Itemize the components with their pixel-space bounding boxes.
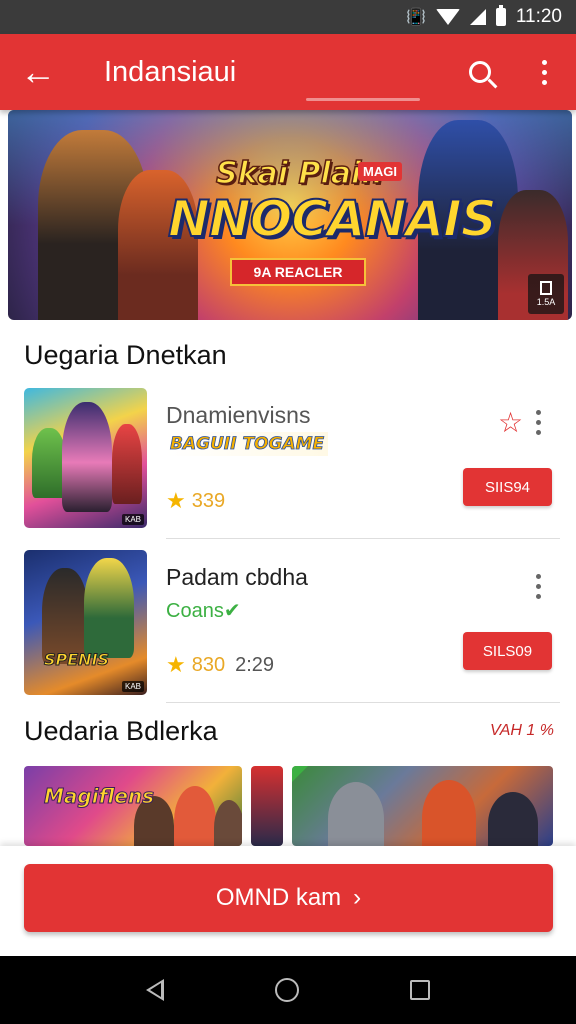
thumbnail-character (32, 428, 66, 498)
tab-indicator (306, 98, 420, 101)
carousel-card[interactable] (251, 766, 283, 846)
signal-icon (469, 9, 486, 25)
thumbnail-badge: KAB (121, 514, 144, 525)
nav-recent-icon[interactable] (410, 980, 431, 1000)
section-title: Uegaria Dnetkan (24, 340, 227, 370)
card-character (488, 792, 538, 846)
game-carousel[interactable]: Magiflens (0, 766, 576, 846)
nav-back-icon[interactable] (145, 979, 164, 1001)
divider (166, 702, 560, 703)
more-vert-icon (536, 574, 541, 599)
item-menu-button[interactable] (536, 574, 541, 599)
view-all-link[interactable]: VAH 1 % (490, 722, 554, 740)
vibrate-icon: 📳 (405, 9, 426, 26)
primary-action-button[interactable]: OMND kam › (24, 864, 553, 932)
banner-title-main: NNOCANAIS (167, 189, 498, 249)
battery-icon (495, 5, 506, 26)
primary-action-label: OMND kam (215, 884, 342, 911)
item-rating: ★ 830 2:29 (166, 652, 274, 678)
thumbnail-logo: SPENIS (43, 650, 110, 670)
banner-badge-text: 1.5A (536, 297, 556, 307)
banner-ribbon: 9A REACLER (230, 258, 366, 286)
divider (166, 538, 560, 539)
item-title: Dnamienvisns (166, 402, 311, 428)
price-button[interactable]: SIIS94 (463, 468, 552, 506)
chevron-right-icon: › (353, 884, 362, 911)
star-icon: ★ (166, 652, 186, 677)
nav-home-icon[interactable] (274, 978, 299, 1002)
more-vert-icon (536, 410, 541, 435)
rating-box-icon (540, 281, 552, 295)
status-time: 11:20 (515, 6, 562, 27)
game-thumbnail: KAB (24, 388, 147, 528)
thumbnail-character (84, 558, 134, 658)
featured-banner[interactable]: Skai Plain MAGI NNOCANAIS 9A REACLER 1.5… (8, 110, 572, 320)
thumbnail-character (112, 424, 142, 504)
list-item[interactable]: SPENIS KAB Padam cbdha Coans✔ ★ 830 2:29… (0, 548, 576, 698)
rating-value: 830 (191, 653, 226, 676)
card-logo: Magiflens (43, 784, 155, 809)
star-icon: ★ (166, 488, 186, 513)
item-duration: 2:29 (235, 653, 275, 676)
wifi-icon (435, 9, 460, 25)
card-character (328, 782, 384, 846)
item-menu-button[interactable] (536, 410, 541, 435)
list-item[interactable]: KAB Dnamienvisns BAGUII TOGAME ★ 339 ☆ S… (0, 388, 576, 538)
page-title: Indansiaui (104, 55, 237, 88)
game-thumbnail: SPENIS KAB (24, 550, 147, 695)
price-button[interactable]: SILS09 (463, 632, 552, 670)
card-character (214, 800, 242, 846)
more-vert-icon (541, 59, 547, 85)
search-icon (469, 61, 491, 83)
card-corner-tag (292, 766, 308, 782)
item-subtitle: Coans✔ (166, 600, 241, 622)
item-rating: ★ 339 (166, 488, 225, 514)
banner-age-badge: 1.5A (528, 274, 564, 314)
bottom-action-area: OMND kam › (0, 846, 576, 956)
thumbnail-badge: KAB (121, 681, 144, 692)
thumbnail-character (62, 402, 112, 512)
carousel-card[interactable] (292, 766, 553, 846)
item-title: Padam cbdha (166, 564, 308, 590)
carousel-card[interactable]: Magiflens (24, 766, 242, 846)
rating-value: 339 (191, 489, 226, 512)
arrow-left-icon: ← (20, 51, 56, 92)
overflow-menu-button[interactable] (512, 34, 576, 110)
back-button[interactable]: ← (0, 34, 76, 110)
search-button[interactable] (448, 34, 512, 110)
card-character (422, 780, 476, 846)
section-title: Uedaria Bdlerka (24, 716, 218, 746)
card-character (174, 786, 216, 846)
item-logo: BAGUII TOGAME (166, 432, 329, 456)
star-outline-icon[interactable]: ☆ (498, 406, 523, 439)
banner-tag: MAGI (358, 162, 402, 181)
status-bar: 📳 11:20 (0, 0, 576, 34)
system-nav-bar (0, 956, 576, 1024)
screen: 📳 11:20 ← Indansiaui Skai Plain MAGI NNO… (0, 0, 576, 1024)
app-bar: ← Indansiaui (0, 34, 576, 110)
